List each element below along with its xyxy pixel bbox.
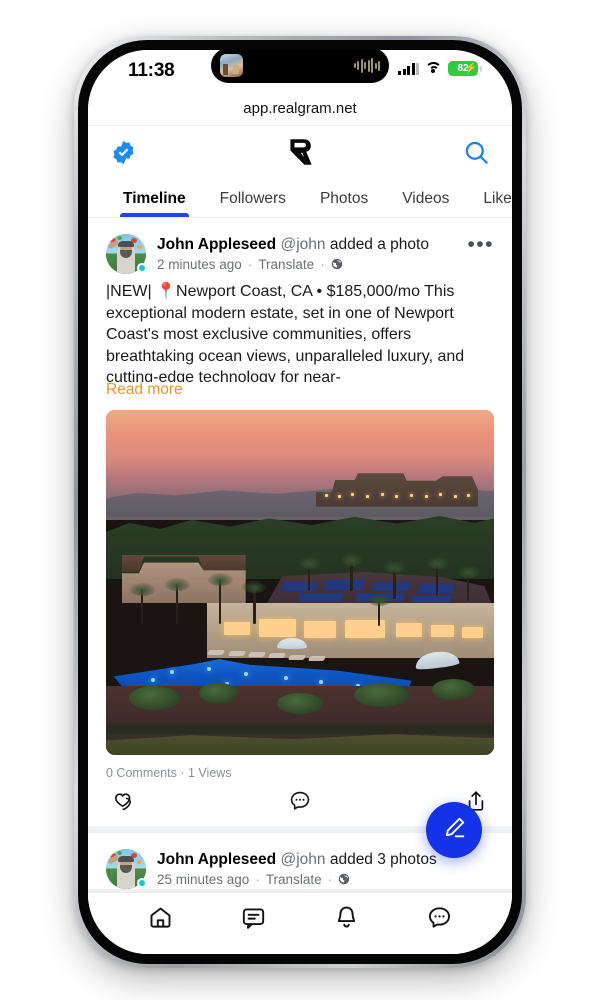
post-submeta: 25 minutes ago · Translate · — [157, 872, 494, 887]
submeta-separator: · — [255, 872, 260, 887]
url-text: app.realgram.net — [243, 100, 357, 117]
post-submeta: 2 minutes ago · Translate · — [157, 257, 456, 272]
verified-badge-icon[interactable] — [110, 139, 137, 166]
post-header: John Appleseed @john added a photo 2 min… — [88, 230, 512, 274]
like-icon[interactable] — [112, 789, 136, 813]
post-views-count: 1 Views — [188, 766, 232, 780]
messages-icon[interactable] — [240, 904, 267, 931]
chat-bubble-icon[interactable] — [426, 904, 453, 931]
tab-videos-label: Videos — [402, 190, 450, 207]
now-playing-album-art — [220, 54, 243, 77]
globe-icon — [331, 257, 343, 272]
notifications-bell-icon[interactable] — [333, 904, 360, 931]
status-bar: 11:38 82 ⚡ — [88, 50, 512, 92]
more-options-icon[interactable]: ••• — [467, 234, 494, 255]
post-body-location: Newport Coast, CA — [176, 283, 313, 300]
screenshot-root: 11:38 82 ⚡ app.realgram.net Timeline Fol… — [0, 0, 600, 1000]
wifi-icon — [425, 62, 442, 75]
location-pin-icon: 📍 — [156, 283, 177, 300]
post-body-price: $185,000/mo — [326, 283, 420, 300]
profile-tabs: Timeline Followers Photos Videos Likes — [88, 178, 512, 218]
post-meta: John Appleseed @john added a photo 2 min… — [157, 234, 456, 272]
feed-post: John Appleseed @john added a photo 2 min… — [88, 218, 512, 826]
submeta-separator-2: · — [320, 257, 325, 272]
tab-photos-label: Photos — [319, 190, 369, 207]
post-body-separator: • — [316, 283, 323, 300]
phone-screen: 11:38 82 ⚡ app.realgram.net Timeline Fol… — [88, 50, 512, 954]
dynamic-island[interactable] — [211, 50, 389, 83]
compose-pencil-icon — [442, 815, 467, 845]
battery-charging-icon: ⚡ — [464, 63, 477, 74]
post-author-line: John Appleseed @john added a photo — [157, 235, 456, 254]
avatar[interactable] — [106, 849, 147, 889]
status-bar-indicators: 82 ⚡ — [398, 61, 482, 76]
tab-timeline[interactable]: Timeline — [106, 190, 203, 217]
compose-fab-button[interactable] — [426, 802, 482, 858]
tab-followers[interactable]: Followers — [203, 190, 303, 217]
status-bar-time: 11:38 — [128, 60, 175, 81]
home-icon[interactable] — [147, 904, 174, 931]
tab-likes[interactable]: Likes — [466, 190, 512, 217]
tab-photos[interactable]: Photos — [303, 190, 385, 217]
post-author-name[interactable]: John Appleseed — [157, 236, 276, 253]
browser-url-bar[interactable]: app.realgram.net — [88, 92, 512, 126]
post-timestamp: 25 minutes ago — [157, 872, 250, 887]
post-author-handle[interactable]: @john — [280, 236, 325, 253]
read-more-link[interactable]: Read more — [88, 381, 512, 399]
post-translate-link[interactable]: Translate — [258, 257, 314, 272]
post-timestamp: 2 minutes ago — [157, 257, 242, 272]
tab-videos[interactable]: Videos — [385, 190, 466, 217]
post-action-text: added a photo — [329, 236, 429, 253]
online-status-dot — [137, 263, 147, 273]
post-action-text: added 3 photos — [329, 851, 437, 868]
avatar[interactable] — [106, 234, 147, 274]
online-status-dot — [137, 878, 147, 888]
post-photo[interactable] — [106, 410, 494, 755]
post-stats: 0 Comments · 1 Views — [88, 755, 512, 780]
globe-icon — [338, 872, 350, 887]
cellular-signal-icon — [398, 62, 419, 75]
audio-waveform-icon — [353, 58, 380, 73]
submeta-separator: · — [247, 257, 253, 272]
search-icon[interactable] — [463, 139, 490, 166]
post-comments-count: 0 Comments — [106, 766, 177, 780]
comment-icon[interactable] — [288, 789, 312, 813]
bottom-navigation — [88, 892, 512, 954]
post-translate-link[interactable]: Translate — [266, 872, 322, 887]
tab-timeline-label: Timeline — [123, 190, 186, 207]
post-body-text: |NEW| 📍Newport Coast, CA • $185,000/mo T… — [88, 274, 512, 382]
post-author-handle[interactable]: @john — [280, 851, 325, 868]
submeta-separator-2: · — [327, 872, 333, 887]
post-author-name[interactable]: John Appleseed — [157, 851, 276, 868]
battery-indicator: 82 ⚡ — [448, 61, 482, 76]
realgram-logo-icon[interactable] — [283, 135, 317, 169]
app-header — [88, 126, 512, 178]
post-body-tag: |NEW| — [106, 283, 152, 300]
tab-followers-label: Followers — [219, 190, 286, 207]
post-stats-separator: · — [180, 766, 185, 780]
tab-likes-label: Likes — [483, 190, 512, 207]
